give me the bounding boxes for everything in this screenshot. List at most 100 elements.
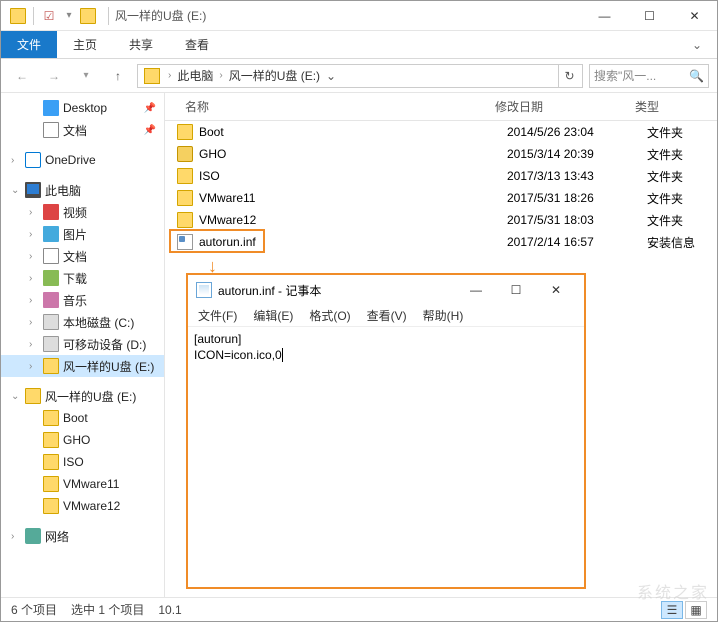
file-name: VMware12	[199, 213, 256, 227]
minimize-button[interactable]: —	[582, 2, 627, 30]
file-type: 文件夹	[647, 124, 717, 141]
view-details-button[interactable]: ☰	[661, 601, 683, 619]
file-icon	[177, 234, 193, 250]
search-input[interactable]: 搜索"风一... 🔍	[589, 64, 709, 88]
nav-iso[interactable]: ISO	[1, 451, 164, 473]
file-icon	[177, 190, 193, 206]
file-date: 2017/3/13 13:43	[507, 169, 647, 183]
column-headers: 名称 修改日期 类型	[165, 93, 717, 121]
ribbon-tabs: 文件 主页 共享 查看 ⌄	[1, 31, 717, 59]
file-date: 2017/2/14 16:57	[507, 235, 647, 249]
nav-documents[interactable]: 文档📌	[1, 119, 164, 141]
status-size: 10.1	[158, 603, 181, 617]
file-name: ISO	[199, 169, 220, 183]
navigation-pane: Desktop📌 文档📌 ›OneDrive ⌄此电脑 ›视频 ›图片 ›文档 …	[1, 93, 165, 597]
file-type: 文件夹	[647, 190, 717, 207]
nav-forward-button[interactable]: →	[41, 63, 67, 89]
notepad-window: autorun.inf - 记事本 — ☐ ✕ 文件(F) 编辑(E) 格式(O…	[186, 273, 586, 589]
notepad-maximize-button[interactable]: ☐	[496, 277, 536, 303]
tab-share[interactable]: 共享	[113, 31, 169, 58]
file-name: GHO	[199, 147, 226, 161]
notepad-titlebar[interactable]: autorun.inf - 记事本 — ☐ ✕	[188, 275, 584, 305]
breadcrumb-drive-icon	[144, 68, 160, 84]
nav-music[interactable]: ›音乐	[1, 289, 164, 311]
breadcrumb-location[interactable]: 风一样的U盘 (E:)	[227, 67, 322, 84]
file-row[interactable]: Boot 2014/5/26 23:04文件夹	[165, 121, 717, 143]
qat-folder-icon[interactable]	[9, 7, 27, 25]
notepad-menu-edit[interactable]: 编辑(E)	[253, 307, 293, 324]
chevron-right-icon[interactable]: ›	[215, 70, 226, 81]
qat-dropdown-icon[interactable]: ▾	[60, 7, 78, 25]
nav-drive-e-root[interactable]: ⌄风一样的U盘 (E:)	[1, 385, 164, 407]
breadcrumb[interactable]: › 此电脑 › 风一样的U盘 (E:) ⌄ ↻	[137, 64, 583, 88]
notepad-text-area[interactable]: [autorun] ICON=icon.ico,0	[188, 327, 584, 587]
nav-gho[interactable]: GHO	[1, 429, 164, 451]
tab-view[interactable]: 查看	[169, 31, 225, 58]
refresh-button[interactable]: ↻	[558, 65, 580, 87]
nav-videos[interactable]: ›视频	[1, 201, 164, 223]
notepad-menubar: 文件(F) 编辑(E) 格式(O) 查看(V) 帮助(H)	[188, 305, 584, 327]
nav-documents2[interactable]: ›文档	[1, 245, 164, 267]
file-row[interactable]: GHO 2015/3/14 20:39文件夹	[165, 143, 717, 165]
file-type: 文件夹	[647, 146, 717, 163]
nav-pictures[interactable]: ›图片	[1, 223, 164, 245]
chevron-down-icon: ⌄	[11, 185, 21, 196]
chevron-right-icon[interactable]: ›	[164, 70, 175, 81]
file-row[interactable]: VMware112017/5/31 18:26文件夹	[165, 187, 717, 209]
nav-network[interactable]: ›网络	[1, 525, 164, 547]
notepad-menu-help[interactable]: 帮助(H)	[423, 307, 464, 324]
column-name[interactable]: 名称	[165, 98, 495, 115]
tab-home[interactable]: 主页	[57, 31, 113, 58]
notepad-close-button[interactable]: ✕	[536, 277, 576, 303]
tab-file[interactable]: 文件	[1, 31, 57, 58]
nav-drive-d[interactable]: ›可移动设备 (D:)	[1, 333, 164, 355]
file-name: VMware11	[199, 191, 255, 205]
nav-drive-c[interactable]: ›本地磁盘 (C:)	[1, 311, 164, 333]
file-row[interactable]: autorun.inf2017/2/14 16:57安装信息	[165, 231, 717, 253]
file-date: 2017/5/31 18:03	[507, 213, 647, 227]
file-type: 文件夹	[647, 168, 717, 185]
file-type: 文件夹	[647, 212, 717, 229]
nav-up-button[interactable]: ↑	[105, 63, 131, 89]
breadcrumb-pc[interactable]: 此电脑	[175, 67, 215, 84]
window-title: 风一样的U盘 (E:)	[115, 7, 206, 24]
nav-onedrive[interactable]: ›OneDrive	[1, 149, 164, 171]
nav-back-button[interactable]: ←	[9, 63, 35, 89]
nav-desktop[interactable]: Desktop📌	[1, 97, 164, 119]
file-icon	[177, 146, 193, 162]
status-bar: 6 个项目 选中 1 个项目 10.1 ☰ ▦	[1, 597, 717, 621]
window-icon	[80, 8, 96, 24]
file-icon	[177, 168, 193, 184]
file-type: 安装信息	[647, 234, 717, 251]
notepad-menu-view[interactable]: 查看(V)	[367, 307, 407, 324]
nav-recent-icon[interactable]: ▾	[73, 63, 99, 89]
view-icons-button[interactable]: ▦	[685, 601, 707, 619]
close-button[interactable]: ✕	[672, 2, 717, 30]
nav-drive-e[interactable]: ›风一样的U盘 (E:)	[1, 355, 164, 377]
notepad-menu-file[interactable]: 文件(F)	[198, 307, 237, 324]
file-row[interactable]: ISO 2017/3/13 13:43文件夹	[165, 165, 717, 187]
search-icon[interactable]: 🔍	[689, 69, 704, 83]
file-name: Boot	[199, 125, 224, 139]
column-date[interactable]: 修改日期	[495, 98, 635, 115]
column-type[interactable]: 类型	[635, 98, 705, 115]
qat-properties-icon[interactable]: ☑	[40, 7, 58, 25]
nav-vmware12[interactable]: VMware12	[1, 495, 164, 517]
ribbon-expand-icon[interactable]: ⌄	[677, 31, 717, 58]
pin-icon: 📌	[144, 103, 156, 114]
nav-boot[interactable]: Boot	[1, 407, 164, 429]
file-row[interactable]: VMware12 2017/5/31 18:03文件夹	[165, 209, 717, 231]
breadcrumb-dropdown-icon[interactable]: ⌄	[322, 69, 340, 83]
titlebar: ☑ ▾ 风一样的U盘 (E:) — ☐ ✕	[1, 1, 717, 31]
notepad-icon	[196, 282, 212, 298]
nav-vmware11[interactable]: VMware11	[1, 473, 164, 495]
address-bar: ← → ▾ ↑ › 此电脑 › 风一样的U盘 (E:) ⌄ ↻ 搜索"风一...…	[1, 59, 717, 93]
maximize-button[interactable]: ☐	[627, 2, 672, 30]
file-date: 2014/5/26 23:04	[507, 125, 647, 139]
file-date: 2015/3/14 20:39	[507, 147, 647, 161]
notepad-menu-format[interactable]: 格式(O)	[309, 307, 350, 324]
pin-icon: 📌	[144, 125, 156, 136]
notepad-minimize-button[interactable]: —	[456, 277, 496, 303]
nav-downloads[interactable]: ›下载	[1, 267, 164, 289]
nav-this-pc[interactable]: ⌄此电脑	[1, 179, 164, 201]
